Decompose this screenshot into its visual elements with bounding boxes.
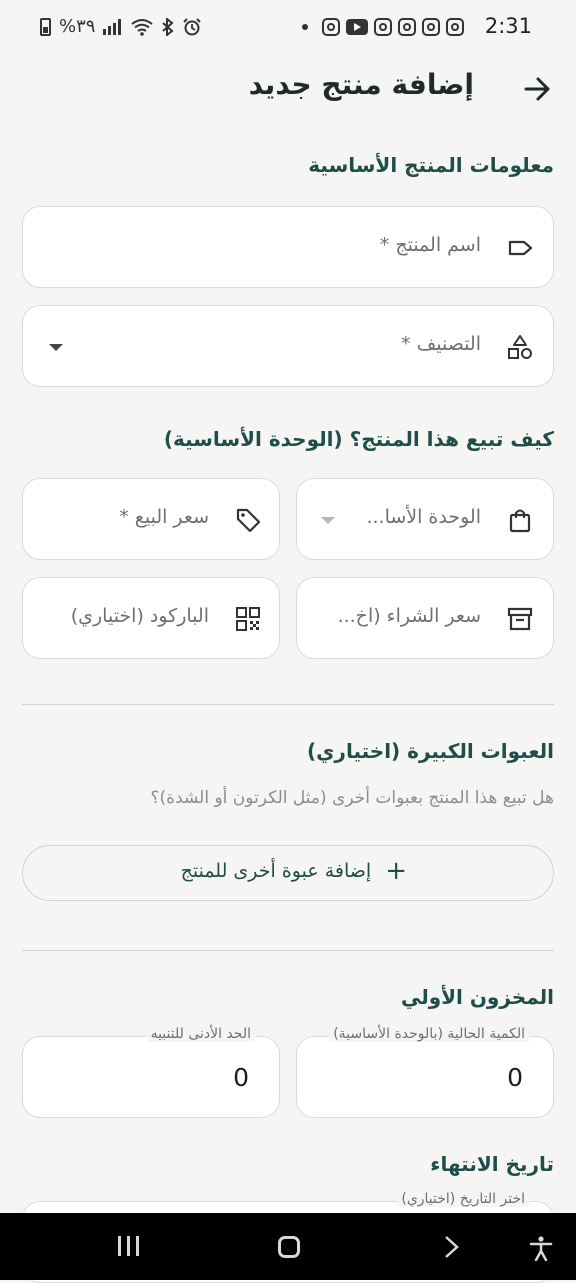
system-nav-bar bbox=[0, 1213, 576, 1280]
divider bbox=[22, 950, 554, 951]
price-tag-icon bbox=[236, 508, 261, 533]
sale-price-placeholder: سعر البيع * bbox=[119, 506, 209, 528]
plus-icon: + bbox=[385, 856, 407, 886]
category-dropdown[interactable]: التصنيف * bbox=[22, 305, 554, 387]
recents-icon[interactable] bbox=[118, 1236, 139, 1256]
current-quantity-value: 0 bbox=[507, 1063, 523, 1092]
sale-price-field[interactable]: سعر البيع * bbox=[22, 478, 280, 560]
archive-box-icon bbox=[507, 607, 533, 631]
purchase-price-field[interactable]: سعر الشراء (اخ... bbox=[296, 577, 554, 659]
add-package-label: إضافة عبوة أخرى للمنتج bbox=[180, 860, 372, 882]
battery-icon bbox=[40, 17, 51, 36]
divider bbox=[22, 704, 554, 705]
category-shapes-icon bbox=[508, 335, 532, 359]
instagram-icon bbox=[322, 18, 340, 36]
selling-heading: كيف تبيع هذا المنتج؟ (الوحدة الأساسية) bbox=[163, 427, 554, 451]
back-arrow-icon[interactable] bbox=[520, 72, 554, 106]
youtube-icon bbox=[346, 19, 368, 35]
product-name-placeholder: اسم المنتج * bbox=[379, 234, 481, 256]
home-icon[interactable] bbox=[278, 1236, 300, 1258]
page-title: إضافة منتج جديد bbox=[248, 68, 474, 101]
notification-icons bbox=[302, 18, 464, 36]
instagram-icon bbox=[398, 18, 416, 36]
notification-dot-icon bbox=[302, 24, 308, 30]
packages-heading: العبوات الكبيرة (اختياري) bbox=[306, 739, 554, 763]
battery-percent: %٣٩ bbox=[59, 16, 96, 37]
base-unit-placeholder: الوحدة الأسا... bbox=[366, 506, 481, 528]
current-quantity-field[interactable]: الكمية الحالية (بالوحدة الأساسية) 0 bbox=[296, 1026, 554, 1118]
add-package-content: + إضافة عبوة أخرى للمنتج bbox=[180, 856, 407, 886]
min-alert-field[interactable]: الحد الأدنى للتنبيه 0 bbox=[22, 1026, 280, 1118]
product-name-field[interactable]: اسم المنتج * bbox=[22, 206, 554, 288]
basic-info-heading: معلومات المنتج الأساسية bbox=[308, 153, 554, 177]
instagram-icon bbox=[446, 18, 464, 36]
qr-code-icon bbox=[236, 607, 260, 631]
expiry-heading: تاريخ الانتهاء bbox=[430, 1152, 554, 1176]
app-bar: إضافة منتج جديد bbox=[0, 60, 576, 116]
wifi-icon bbox=[131, 18, 154, 36]
instagram-icon bbox=[374, 18, 392, 36]
purchase-price-placeholder: سعر الشراء (اخ... bbox=[337, 605, 481, 627]
accessibility-icon[interactable] bbox=[528, 1235, 554, 1261]
chevron-down-icon bbox=[321, 517, 335, 524]
min-alert-label: الحد الأدنى للتنبيه bbox=[146, 1026, 255, 1042]
status-bar: %٣٩ 2:31 bbox=[0, 0, 576, 58]
expiry-date-label: اختر التاريخ (اختياري) bbox=[397, 1191, 529, 1207]
shopping-bag-icon bbox=[509, 509, 531, 533]
status-left: %٣٩ bbox=[40, 16, 202, 37]
nav-back-icon[interactable] bbox=[440, 1235, 464, 1259]
add-package-button[interactable]: + إضافة عبوة أخرى للمنتج bbox=[22, 845, 554, 901]
packages-help-text: هل تبيع هذا المنتج بعبوات أخرى (مثل الكر… bbox=[150, 788, 554, 808]
barcode-field[interactable]: الباركود (اختياري) bbox=[22, 577, 280, 659]
clock: 2:31 bbox=[484, 14, 532, 38]
category-placeholder: التصنيف * bbox=[401, 333, 481, 355]
base-unit-dropdown[interactable]: الوحدة الأسا... bbox=[296, 478, 554, 560]
stock-heading: المخزون الأولي bbox=[400, 985, 554, 1009]
current-quantity-label: الكمية الحالية (بالوحدة الأساسية) bbox=[329, 1026, 529, 1042]
bluetooth-icon bbox=[162, 17, 175, 36]
chevron-down-icon bbox=[49, 344, 63, 351]
instagram-icon bbox=[422, 18, 440, 36]
min-alert-value: 0 bbox=[233, 1063, 249, 1092]
barcode-placeholder: الباركود (اختياري) bbox=[70, 605, 209, 627]
alarm-icon bbox=[183, 17, 202, 35]
signal-icon bbox=[103, 18, 122, 35]
label-tag-icon bbox=[508, 240, 533, 256]
